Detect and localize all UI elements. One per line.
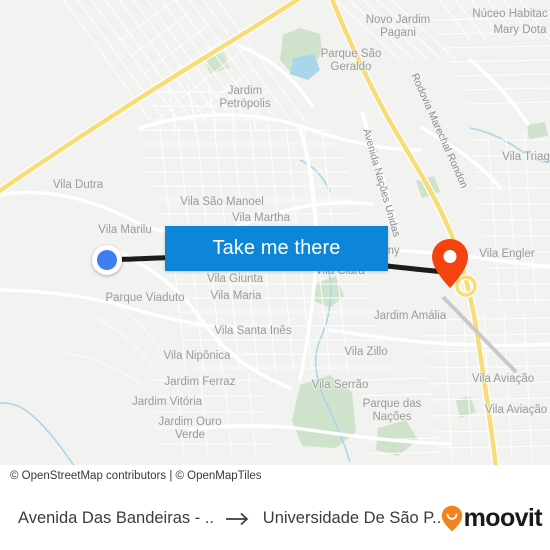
map-pin-icon [432,239,468,288]
take-me-there-label: Take me there [212,237,341,259]
moovit-map-screen: Novo Jardim Pagani Núceo Habitac Mary Dot… [0,0,550,550]
take-me-there-button[interactable]: Take me there [165,226,388,271]
map-attribution-bar: © OpenStreetMap contributors | © OpenMap… [0,465,550,487]
moovit-pin-icon [441,505,462,532]
destination-pin[interactable] [430,238,470,290]
map-canvas[interactable]: Novo Jardim Pagani Núceo Habitac Mary Dot… [0,0,550,465]
moovit-logo[interactable]: moovit [441,504,543,533]
map-attribution-text[interactable]: © OpenStreetMap contributors | © OpenMap… [10,470,262,482]
origin-dot-inner [97,250,117,270]
moovit-wordmark: moovit [463,504,543,532]
trip-destination-label[interactable]: Universidade De São P... [263,509,441,528]
arrow-right-glyph [225,512,249,525]
arrow-right-icon [225,512,251,526]
origin-marker[interactable] [92,245,122,275]
trip-origin-label[interactable]: Avenida Das Bandeiras - ... [18,509,213,528]
trip-summary-bar: Avenida Das Bandeiras - ... Universidade… [0,487,550,550]
